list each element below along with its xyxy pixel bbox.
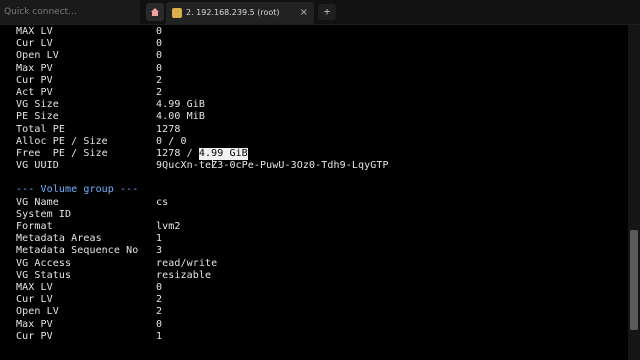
field-value: 0 / 0 bbox=[156, 135, 187, 147]
field-label: VG Name bbox=[16, 196, 59, 208]
field-value: 0 bbox=[156, 281, 163, 293]
terminal-line: Max PV 0 bbox=[16, 63, 389, 75]
terminal-line: Cur PV 1 bbox=[16, 331, 389, 343]
tab-title: 2. 192.168.239.5 (root) bbox=[186, 8, 280, 17]
terminal-line: VG Access read/write bbox=[16, 258, 389, 270]
field-label: VG Size bbox=[16, 99, 59, 111]
field-label: Total PE bbox=[16, 123, 65, 135]
field-value: lvm2 bbox=[156, 221, 181, 232]
terminal-line: Act PV 2 bbox=[16, 87, 389, 99]
field-value: 2 bbox=[156, 74, 163, 86]
field-label: Max PV bbox=[16, 318, 53, 330]
terminal-line: VG Name cs bbox=[16, 197, 389, 209]
field-label: Format bbox=[16, 221, 53, 232]
field-value: 9QucXn-teZ3-0cPe-PuwU-3Oz0-Tdh9-LqyGTP bbox=[156, 160, 389, 172]
field-label: Metadata Areas bbox=[16, 233, 102, 245]
field-label: Metadata Sequence No bbox=[16, 245, 139, 257]
volume-group-heading: --- Volume group --- bbox=[16, 184, 139, 196]
field-value: 0 bbox=[156, 50, 163, 62]
home-icon bbox=[151, 8, 159, 16]
terminal-line: Cur PV 2 bbox=[16, 75, 389, 87]
field-value: 0 bbox=[156, 62, 163, 74]
field-value: 0 bbox=[156, 318, 163, 330]
terminal-line: Open LV 0 bbox=[16, 50, 389, 62]
terminal-line: VG UUID 9QucXn-teZ3-0cPe-PuwU-3Oz0-Tdh9-L… bbox=[16, 160, 389, 172]
field-label: Alloc PE / Size bbox=[16, 135, 108, 147]
terminal-output[interactable]: MAX LV 0 Cur LV 0 Open LV 0 Max PV 0 Cur PV 2 Act … bbox=[0, 25, 628, 360]
field-value: 0 bbox=[156, 38, 163, 50]
close-tab-icon[interactable]: × bbox=[300, 2, 308, 24]
field-value: 4.00 MiB bbox=[156, 111, 205, 123]
terminal-lines: MAX LV 0 Cur LV 0 Open LV 0 Max PV 0 Cur PV 2 Act … bbox=[16, 26, 389, 343]
terminal-line: Metadata Sequence No 3 bbox=[16, 245, 389, 257]
quick-connect-input[interactable]: Quick connect... bbox=[0, 0, 140, 24]
field-value: 2 bbox=[156, 86, 163, 98]
ssh-session-icon bbox=[172, 8, 182, 18]
terminal-line: PE Size 4.00 MiB bbox=[16, 111, 389, 123]
terminal-line: Cur LV 0 bbox=[16, 38, 389, 50]
field-label: Cur LV bbox=[16, 38, 53, 50]
tab-ssh-session[interactable]: 2. 192.168.239.5 (root) × bbox=[166, 2, 314, 24]
terminal-line: System ID bbox=[16, 209, 389, 221]
selected-text[interactable]: 4.99 GiB bbox=[198, 147, 248, 161]
scrollbar-thumb[interactable] bbox=[630, 230, 638, 330]
field-label: Act PV bbox=[16, 86, 53, 98]
terminal-line: Total PE 1278 bbox=[16, 124, 389, 136]
field-label: VG Access bbox=[16, 257, 72, 269]
terminal-line: VG Size 4.99 GiB bbox=[16, 99, 389, 111]
field-label: System ID bbox=[16, 208, 72, 220]
field-label: Free PE / Size bbox=[16, 147, 108, 159]
tab-bar: Quick connect... 2. 192.168.239.5 (root)… bbox=[0, 0, 640, 25]
field-label: VG UUID bbox=[16, 160, 59, 172]
field-value: resizable bbox=[156, 269, 212, 281]
field-value: 3 bbox=[156, 245, 163, 257]
field-value: 2 bbox=[156, 306, 163, 318]
field-label: VG Status bbox=[16, 269, 72, 281]
field-value: 1278 bbox=[156, 123, 181, 135]
text-cursor-icon bbox=[212, 160, 216, 167]
terminal-line: Cur LV 2 bbox=[16, 294, 389, 306]
field-label: MAX LV bbox=[16, 26, 53, 37]
terminal-line: Open LV 2 bbox=[16, 306, 389, 318]
terminal-line: VG Status resizable bbox=[16, 270, 389, 282]
field-value: 1278 / bbox=[156, 147, 199, 159]
terminal-scrollbar[interactable] bbox=[628, 25, 640, 360]
field-value: 1 bbox=[156, 233, 163, 245]
field-value: 1 bbox=[156, 330, 163, 342]
field-value: 4.99 GiB bbox=[156, 99, 205, 111]
terminal-line: MAX LV 0 bbox=[16, 282, 389, 294]
field-label: Cur PV bbox=[16, 74, 53, 86]
field-label: Cur PV bbox=[16, 330, 53, 342]
field-value: read/write bbox=[156, 257, 218, 269]
field-label: Open LV bbox=[16, 50, 59, 62]
field-value: 0 bbox=[156, 26, 163, 37]
field-value: cs bbox=[156, 196, 169, 208]
field-label: MAX LV bbox=[16, 281, 53, 293]
new-tab-button[interactable]: + bbox=[318, 4, 336, 20]
terminal-line: Alloc PE / Size 0 / 0 bbox=[16, 136, 389, 148]
terminal-line: Free PE / Size 1278 / 4.99 GiB bbox=[16, 147, 389, 161]
terminal-line: Metadata Areas 1 bbox=[16, 233, 389, 245]
field-label: Open LV bbox=[16, 306, 59, 318]
terminal-line: MAX LV 0 bbox=[16, 26, 389, 38]
field-label: Max PV bbox=[16, 62, 53, 74]
field-label: Cur LV bbox=[16, 294, 53, 306]
terminal-line: Max PV 0 bbox=[16, 319, 389, 331]
home-tab-button[interactable] bbox=[146, 3, 164, 21]
field-value: 2 bbox=[156, 294, 163, 306]
field-label: PE Size bbox=[16, 111, 59, 123]
terminal-line: Format lvm2 bbox=[16, 221, 389, 233]
